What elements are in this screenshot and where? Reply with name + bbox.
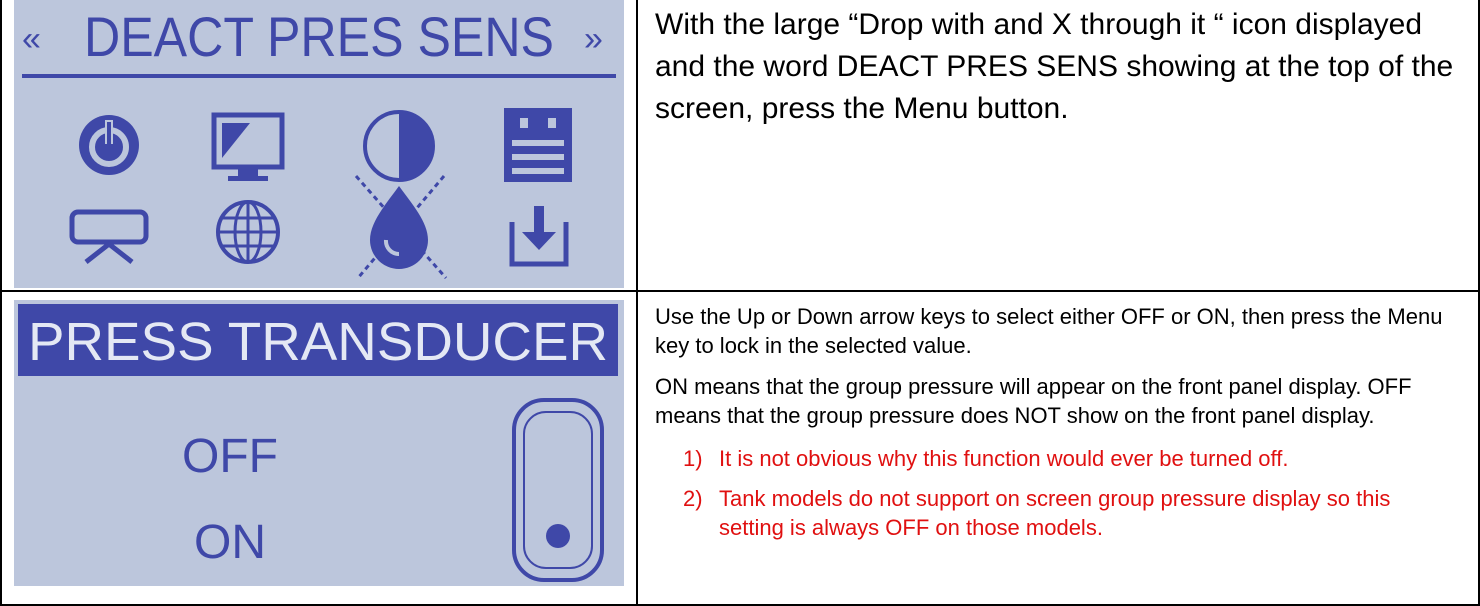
note-item: 2) Tank models do not support on screen … (683, 484, 1455, 542)
right-chevron: » (584, 20, 603, 58)
left-chevron: « (22, 20, 41, 58)
transducer-instructions: Use the Up or Down arrow keys to select … (655, 302, 1455, 553)
tray-icon (69, 209, 149, 264)
contrast-icon (363, 110, 435, 182)
toggle-selector (512, 398, 604, 582)
drop-x-icon (354, 175, 448, 279)
note-item: 1) It is not obvious why this function w… (683, 444, 1455, 473)
option-on: ON (194, 516, 266, 569)
option-off: OFF (182, 430, 278, 483)
column-divider (636, 0, 638, 606)
lcd-menu-screen: « DEACT PRES SENS » (14, 0, 624, 288)
lcd-transducer-graphic: PRESS TRANSDUCER OFF ON (18, 304, 618, 582)
notes-list: 1) It is not obvious why this function w… (655, 444, 1455, 542)
calendar-icon (504, 108, 572, 182)
globe-icon (216, 200, 280, 264)
table-left-border (0, 0, 2, 606)
menu-instruction: With the large “Drop with and X through … (655, 4, 1455, 130)
selector-dot (546, 524, 570, 548)
instruction-table: « DEACT PRES SENS » With the large “Drop… (0, 0, 1480, 606)
lcd-menu-graphic: « DEACT PRES SENS » (22, 5, 616, 279)
monitor-icon (211, 112, 285, 181)
note-number: 2) (683, 486, 703, 511)
note-text: It is not obvious why this function woul… (719, 446, 1289, 471)
lcd-transducer-screen: PRESS TRANSDUCER OFF ON (14, 300, 624, 586)
power-icon (79, 115, 139, 175)
lcd-menu-title: DEACT PRES SENS (84, 5, 554, 68)
menu-instruction-text: With the large “Drop with and X through … (655, 8, 1454, 125)
transducer-title: PRESS TRANSDUCER (28, 312, 608, 372)
instruction-paragraph-2: ON means that the group pressure will ap… (655, 374, 1412, 428)
download-icon (509, 206, 569, 267)
note-number: 1) (683, 446, 703, 471)
instruction-paragraph-1: Use the Up or Down arrow keys to select … (655, 304, 1443, 358)
note-text: Tank models do not support on screen gro… (719, 486, 1391, 540)
row-divider (0, 290, 1480, 292)
title-underline (22, 74, 616, 78)
